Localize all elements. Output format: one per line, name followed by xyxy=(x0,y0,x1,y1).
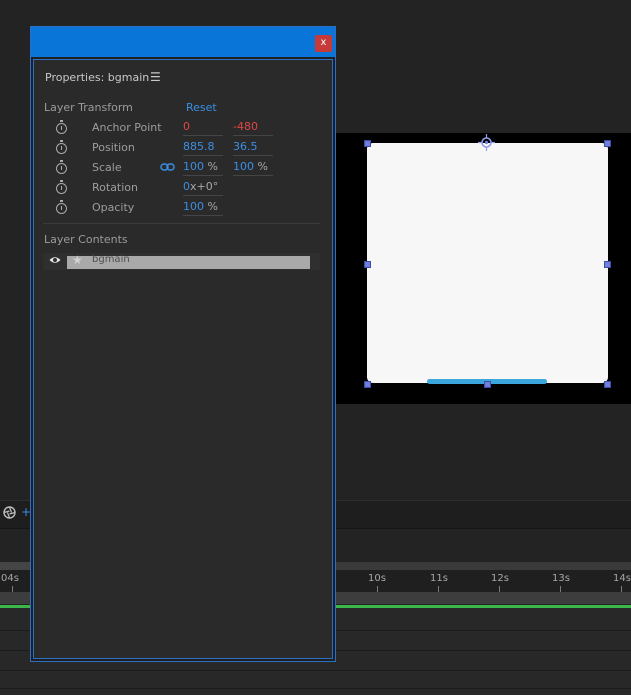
work-area-bar-end[interactable] xyxy=(336,562,631,570)
scale-y-unit: % xyxy=(257,160,268,173)
star-icon[interactable]: ★ xyxy=(72,253,83,267)
rotation-field[interactable]: 0x+0° xyxy=(183,180,223,196)
transform-handle-bottom-right[interactable] xyxy=(604,381,611,388)
anchor-point-x-value: 0 xyxy=(183,120,190,133)
scale-x-field[interactable]: 100 % xyxy=(183,160,223,176)
layer-preview-bgmain[interactable] xyxy=(367,143,608,383)
position-y-value: 36.5 xyxy=(233,140,258,153)
opacity-label: Opacity xyxy=(92,201,135,214)
position-x-field[interactable]: 885.8 xyxy=(183,140,223,156)
ruler-label-11s: 11s xyxy=(430,573,448,584)
hamburger-menu-icon[interactable]: ☰ xyxy=(150,70,161,84)
ruler-label-13s: 13s xyxy=(552,573,570,584)
ruler-label-12s: 12s xyxy=(491,573,509,584)
rotation-unit: ° xyxy=(212,180,219,193)
window-titlebar[interactable] xyxy=(31,27,335,57)
track-divider xyxy=(0,670,631,671)
layer-transform-header: Layer Transform xyxy=(44,101,133,114)
opacity-unit: % xyxy=(207,200,218,213)
layer-contents-header: Layer Contents xyxy=(44,233,128,246)
eye-visibility-icon[interactable] xyxy=(49,255,61,265)
stopwatch-icon[interactable] xyxy=(56,180,67,194)
anchor-point-label: Anchor Point xyxy=(92,121,162,134)
transform-handle-middle-left[interactable] xyxy=(364,261,371,268)
rotation-turns-value: 0 xyxy=(183,180,190,193)
anchor-point-y-field[interactable]: -480 xyxy=(233,120,273,136)
stopwatch-icon[interactable] xyxy=(56,160,67,174)
scale-y-value: 100 xyxy=(233,160,254,173)
anchor-point-y-value: -480 xyxy=(233,120,258,133)
position-label: Position xyxy=(92,141,135,154)
opacity-field[interactable]: 100 % xyxy=(183,200,223,216)
reset-button[interactable]: Reset xyxy=(186,101,217,114)
anchor-point-x-field[interactable]: 0 xyxy=(183,120,223,136)
transform-handle-top-right[interactable] xyxy=(604,140,611,147)
transform-handle-bottom-left[interactable] xyxy=(364,381,371,388)
ruler-label-10s: 10s xyxy=(368,573,386,584)
shutter-icon[interactable] xyxy=(3,506,16,519)
constrain-proportions-link-icon[interactable] xyxy=(160,162,175,172)
layer-name: bgmain xyxy=(92,254,130,265)
rotation-degrees-value: x+0 xyxy=(190,180,213,193)
close-button[interactable]: x xyxy=(315,35,332,52)
stopwatch-icon[interactable] xyxy=(56,140,67,154)
stopwatch-icon[interactable] xyxy=(56,120,67,134)
rotation-label: Rotation xyxy=(92,181,139,194)
track-divider xyxy=(0,688,631,689)
scale-x-value: 100 xyxy=(183,160,204,173)
stopwatch-icon[interactable] xyxy=(56,200,67,214)
scale-x-unit: % xyxy=(207,160,218,173)
anchor-point-icon[interactable] xyxy=(478,134,495,151)
transform-handle-bottom-center[interactable] xyxy=(484,381,491,388)
ruler-label-04s: 04s xyxy=(1,573,19,584)
panel-title: Properties: bgmain xyxy=(45,71,150,84)
position-y-field[interactable]: 36.5 xyxy=(233,140,273,156)
position-x-value: 885.8 xyxy=(183,140,215,153)
opacity-value: 100 xyxy=(183,200,204,213)
transform-handle-middle-right[interactable] xyxy=(604,261,611,268)
transform-handle-top-left[interactable] xyxy=(364,140,371,147)
scale-y-field[interactable]: 100 % xyxy=(233,160,273,176)
scale-label: Scale xyxy=(92,161,122,174)
section-divider xyxy=(43,223,320,224)
ruler-label-14s: 14s xyxy=(613,573,631,584)
